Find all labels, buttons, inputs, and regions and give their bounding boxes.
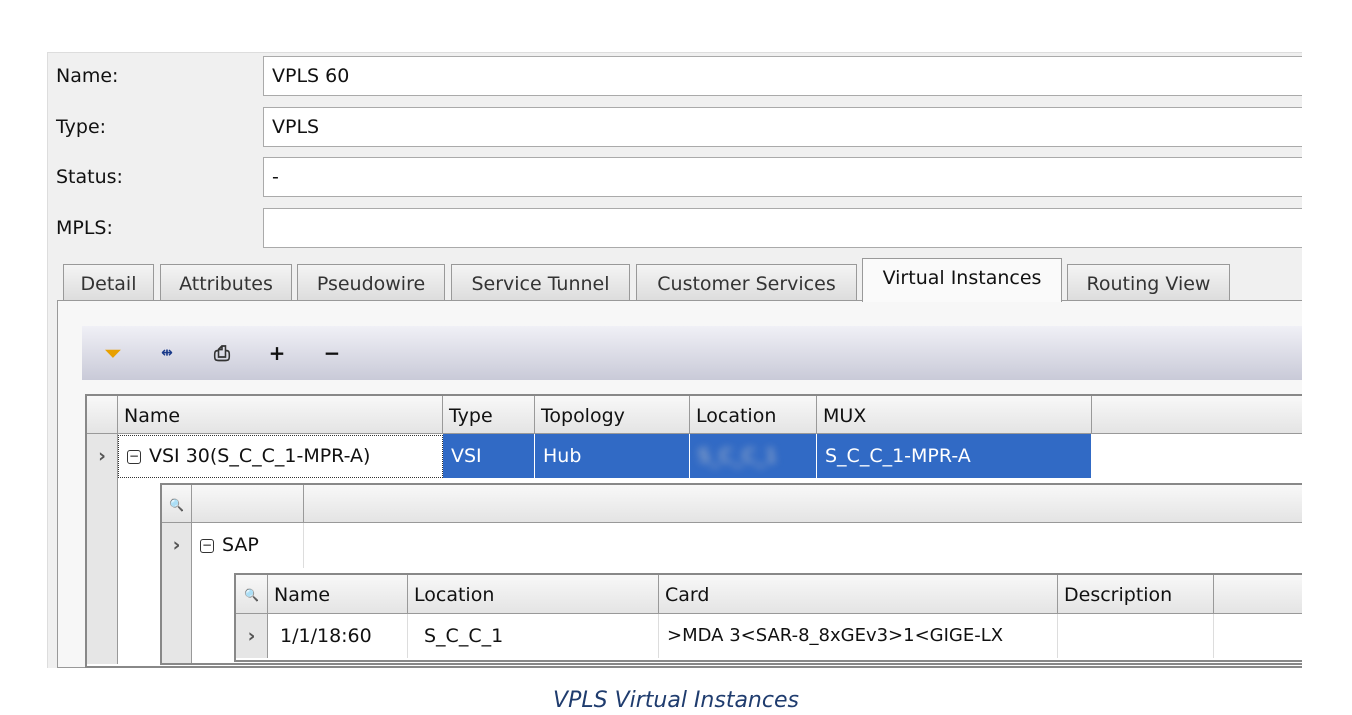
instance-topology[interactable]: Hub: [535, 434, 690, 478]
name-label: Name:: [56, 65, 119, 87]
sap-group-col: [192, 485, 304, 523]
mpls-field[interactable]: [263, 208, 1302, 248]
name-field[interactable]: VPLS 60: [263, 56, 1302, 96]
sap-location[interactable]: S_C_C_1: [408, 614, 659, 658]
mpls-label: MPLS:: [56, 217, 113, 239]
collapse-icon[interactable]: −: [200, 538, 214, 553]
col-location[interactable]: Location: [690, 396, 817, 434]
instance-location[interactable]: S_C_C_1: [690, 434, 817, 478]
tab-attributes[interactable]: Attributes: [160, 264, 292, 301]
row-selector[interactable]: ›: [87, 434, 118, 664]
col-type[interactable]: Type: [443, 396, 535, 434]
type-field[interactable]: VPLS: [263, 107, 1302, 147]
sap-group-label: SAP: [222, 534, 259, 556]
sap-group-col-filler: [304, 485, 1302, 523]
print-icon[interactable]: ⎙: [205, 336, 239, 370]
search-icon[interactable]: 🔍: [236, 575, 268, 614]
sap-col-card[interactable]: Card: [659, 575, 1058, 614]
sap-group-row[interactable]: − SAP: [192, 523, 304, 568]
col-topology[interactable]: Topology: [535, 396, 690, 434]
instance-type[interactable]: VSI: [443, 434, 535, 478]
filter-icon[interactable]: ⏷: [96, 336, 130, 370]
sap-row-selector[interactable]: ›: [236, 614, 268, 658]
instance-mux[interactable]: S_C_C_1-MPR-A: [817, 434, 1092, 478]
tab-service-tunnel[interactable]: Service Tunnel: [451, 264, 630, 301]
search-icon[interactable]: 🔍: [162, 485, 192, 523]
status-field[interactable]: -: [263, 157, 1302, 197]
tab-customer-services[interactable]: Customer Services: [636, 264, 857, 301]
minus-icon[interactable]: −: [315, 336, 349, 370]
sap-col-name[interactable]: Name: [268, 575, 408, 614]
tab-virtual-instances[interactable]: Virtual Instances: [862, 258, 1062, 302]
type-label: Type:: [56, 116, 107, 138]
instance-name-cell[interactable]: − VSI 30(S_C_C_1-MPR-A): [118, 435, 443, 478]
row-header-corner: [87, 396, 118, 434]
sap-col-description[interactable]: Description: [1058, 575, 1214, 614]
col-mux[interactable]: MUX: [817, 396, 1092, 434]
figure-caption: VPLS Virtual Instances: [553, 688, 799, 713]
column-width-icon[interactable]: ⇹: [150, 336, 184, 370]
status-label: Status:: [56, 166, 123, 188]
tab-pseudowire[interactable]: Pseudowire: [297, 264, 445, 301]
col-name[interactable]: Name: [118, 396, 443, 434]
tab-detail[interactable]: Detail: [63, 264, 154, 301]
sap-name[interactable]: 1/1/18:60: [268, 614, 408, 658]
sap-group-row-selector[interactable]: ›: [162, 523, 192, 663]
sap-description[interactable]: [1058, 614, 1214, 658]
instance-name: VSI 30(S_C_C_1-MPR-A): [149, 445, 371, 467]
plus-icon[interactable]: +: [260, 336, 294, 370]
col-filler: [1092, 396, 1302, 434]
tab-routing-view[interactable]: Routing View: [1067, 264, 1230, 301]
sap-col-location[interactable]: Location: [408, 575, 659, 614]
collapse-icon[interactable]: −: [127, 449, 141, 464]
instance-location-text: S_C_C_1: [698, 445, 778, 467]
sap-col-filler: [1214, 575, 1302, 614]
sap-card[interactable]: >MDA 3<SAR-8_8xGEv3>1<GIGE-LX: [659, 614, 1058, 658]
